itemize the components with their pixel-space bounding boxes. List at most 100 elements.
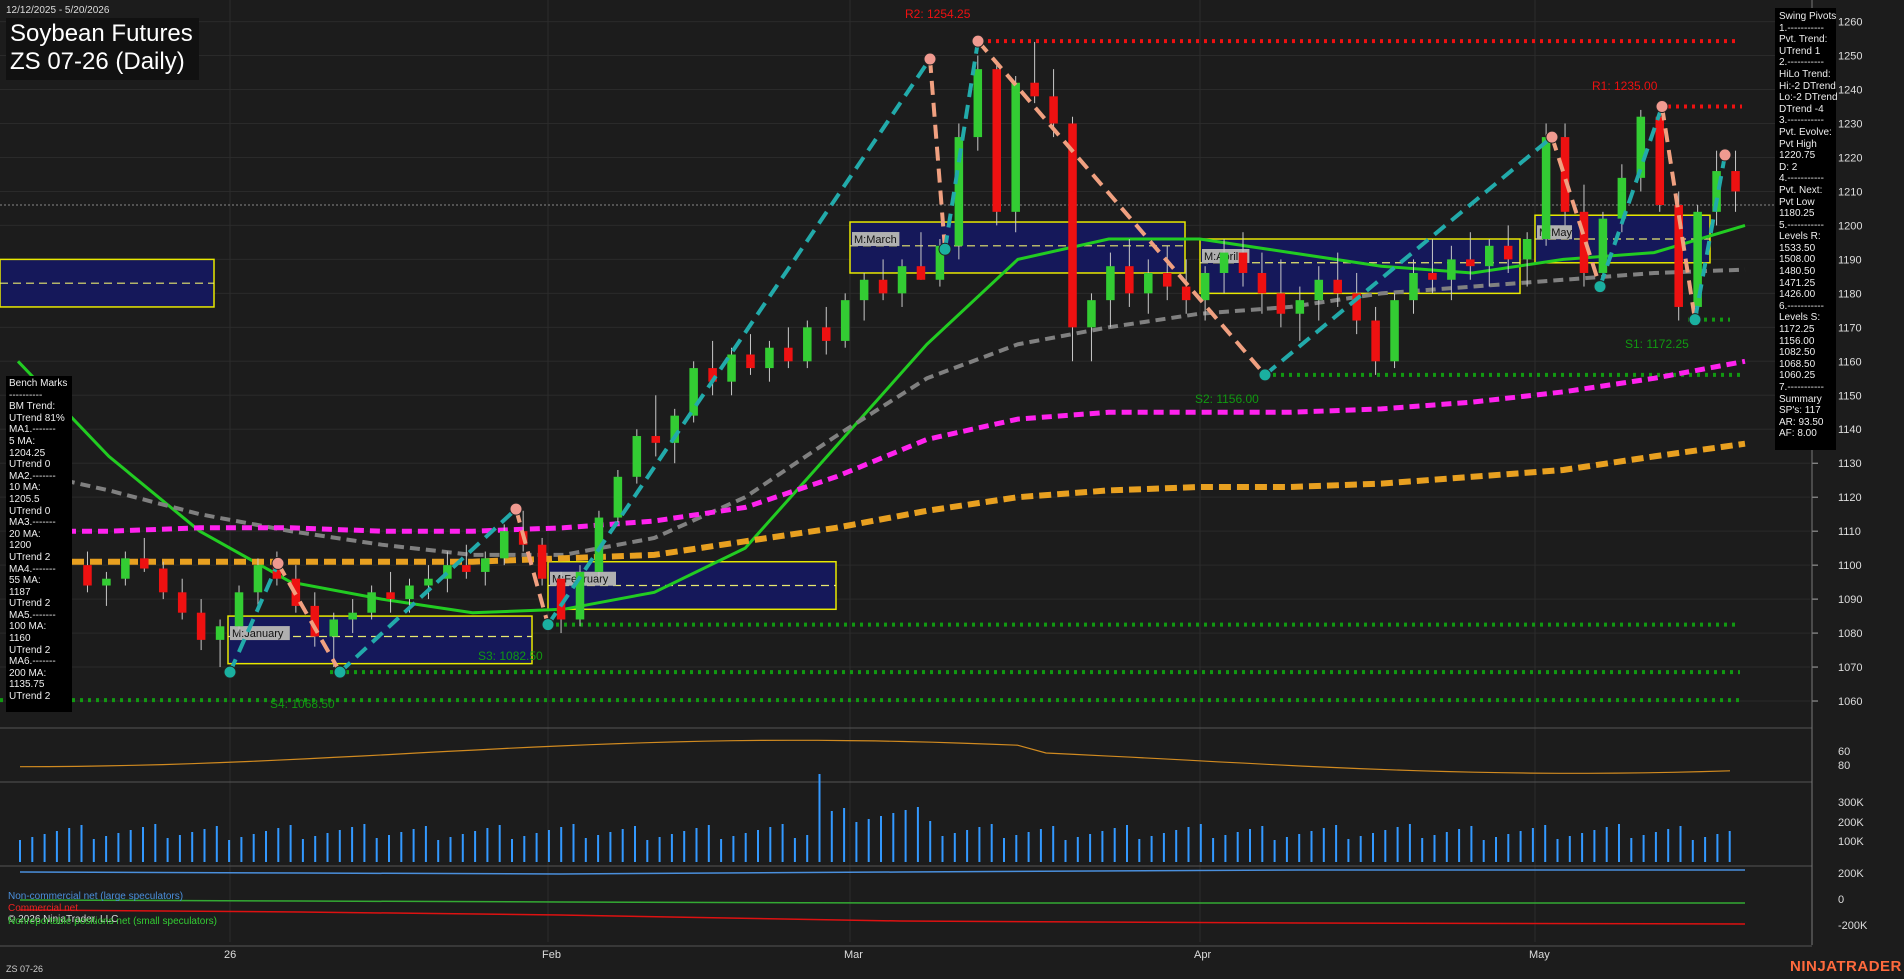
candle-body (196, 612, 206, 640)
benchmarks-line: 1135.75 (9, 679, 45, 691)
swing_pivots-line: 1533.50 (1779, 242, 1816, 254)
level-label-s3: S3: 1082.50 (478, 649, 543, 663)
benchmarks-line: UTrend 2 (9, 691, 51, 703)
benchmarks-line: MA2.------- (9, 470, 56, 482)
footer-symbol: ZS 07-26 (6, 964, 44, 974)
swing_pivots-line: 1172.25 (1779, 324, 1815, 336)
candle-body (897, 266, 907, 294)
candle-body (916, 266, 926, 280)
candle-body (1636, 116, 1646, 178)
date-range: 12/12/2025 - 5/20/2026 (6, 5, 110, 16)
candle-body (632, 436, 642, 477)
price-tick-label: 1100 (1838, 560, 1862, 572)
benchmarks-line: UTrend 2 (9, 644, 51, 656)
candle-body (424, 578, 433, 586)
swing-point (1655, 100, 1669, 114)
candle-body (1049, 96, 1058, 124)
candle-body (1068, 123, 1077, 328)
swing-point (1688, 313, 1702, 327)
level-label-r1: R1: 1235.00 (1592, 79, 1658, 93)
swing_pivots-line: DTrend -4 (1779, 103, 1824, 115)
candle-body (1447, 259, 1456, 280)
swing_pivots-line: Lo:-2 DTrend (1779, 92, 1838, 104)
benchmarks-line: 1187 (9, 586, 31, 598)
cot-commercial-label: Commercial net (8, 903, 79, 914)
swing_pivots-line: UTrend 1 (1779, 45, 1821, 57)
swing_pivots-line: 2.----------- (1779, 57, 1824, 69)
price-tick-label: 1160 (1838, 356, 1862, 368)
candle-body (1295, 300, 1305, 314)
benchmarks-line: 55 MA: (9, 575, 41, 587)
candle-body (973, 69, 983, 138)
swing_pivots-line: 1508.00 (1779, 254, 1816, 266)
cot-tick: 200K (1838, 868, 1864, 880)
price-tick-label: 1070 (1838, 662, 1862, 674)
candle-body (1162, 272, 1172, 287)
candle-body (405, 585, 414, 600)
price-tick-label: 1060 (1838, 696, 1862, 708)
swing_pivots-line: Summary (1779, 393, 1822, 405)
chart-subtitle: ZS 07-26 (Daily) (10, 48, 185, 75)
value-area-label-text: M:January (232, 628, 284, 640)
x-tick-label: Mar (844, 949, 863, 961)
oscillator-tick: 80 (1838, 760, 1850, 772)
cot-noncommercial-label: Non-commercial net (large speculators) (8, 891, 184, 902)
swing-point (1593, 280, 1607, 294)
candle-body (1428, 272, 1437, 280)
swing_pivots-line: 1068.50 (1779, 358, 1816, 370)
candle-body (102, 578, 111, 586)
candle-body (140, 558, 149, 569)
swing_pivots-line: Pvt Low (1779, 196, 1815, 208)
candle-body (1731, 171, 1740, 192)
x-tick-label: May (1529, 949, 1550, 961)
swing_pivots-line: Pvt. Next: (1779, 184, 1823, 196)
benchmarks-line: UTrend 81% (9, 412, 65, 424)
candle-body (1276, 293, 1286, 314)
benchmarks-line: 1200 (9, 540, 32, 552)
oscillator-tick: 60 (1838, 746, 1850, 758)
swing_pivots-line: 1220.75 (1779, 150, 1816, 162)
benchmarks-line: 1205.5 (9, 493, 40, 505)
benchmarks-line: 1160 (9, 633, 31, 645)
swing_pivots-line: SP's: 117 (1779, 405, 1821, 417)
benchmarks-line: UTrend 2 (9, 551, 51, 563)
candle-body (784, 347, 793, 362)
swing_pivots-line: 1480.50 (1779, 266, 1816, 278)
price-chart[interactable]: M:JanuaryM:FebruaryM:MarchM:AprilM:May R… (0, 0, 1904, 979)
candle-body (1219, 252, 1229, 273)
candle-body (803, 327, 812, 362)
brand-logo: NINJATRADER (1790, 958, 1902, 975)
level-label-s1: S1: 1172.25 (1625, 337, 1689, 351)
benchmarks-line: ---------- (9, 389, 43, 401)
price-tick-label: 1200 (1838, 220, 1862, 232)
swing_pivots-line: 6.----------- (1779, 300, 1824, 312)
swing_pivots-line: D: 2 (1779, 161, 1798, 173)
swing_pivots-line: Pvt. Evolve: (1779, 126, 1832, 138)
candle-body (462, 565, 471, 572)
level-label-s4: S4: 1068.50 (270, 697, 335, 711)
price-tick-label: 1240 (1838, 85, 1862, 97)
chart-title: Soybean Futures (10, 20, 193, 47)
candle-body (1238, 252, 1248, 273)
candle-body (1030, 82, 1039, 97)
swing_pivots-line: Levels S: (1779, 312, 1821, 324)
swing_pivots-line: 1082.50 (1779, 347, 1816, 359)
benchmarks-line: 10 MA: (9, 482, 41, 494)
candle-body (177, 592, 187, 613)
candle-body (1466, 259, 1475, 267)
x-tick-label: Feb (542, 949, 561, 961)
swing_pivots-line: 1156.00 (1779, 335, 1815, 347)
candle-body (158, 568, 168, 593)
candle-body (1087, 300, 1096, 328)
benchmarks-line: MA3.------- (9, 517, 56, 529)
candle-body (234, 592, 244, 627)
candle-body (765, 347, 774, 369)
value-area-label-text: M:March (854, 234, 897, 246)
candle-body (1409, 272, 1418, 301)
benchmarks-line: MA1.------- (9, 424, 56, 436)
swing_pivots-line: HiLo Trend: (1779, 68, 1831, 80)
benchmarks-line: 20 MA: (9, 528, 41, 540)
candle-body (386, 592, 395, 600)
candle-body (1144, 272, 1153, 294)
candle-body (1390, 300, 1399, 362)
